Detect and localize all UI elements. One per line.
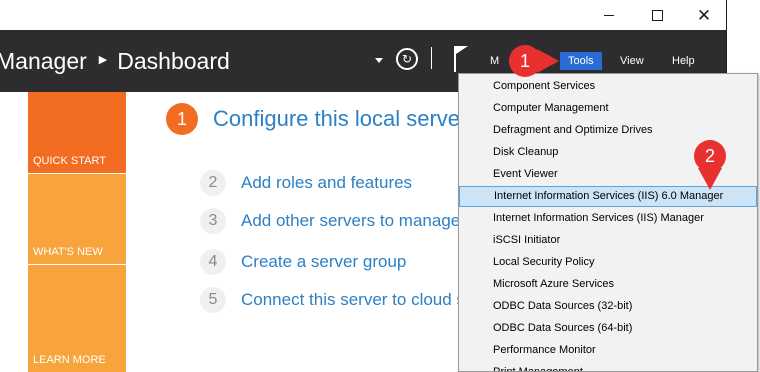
breadcrumb-app: Manager: [0, 47, 87, 74]
maximize-icon: [651, 9, 663, 21]
menu-item-computer-management[interactable]: Computer Management: [459, 98, 757, 119]
welcome-tiles: QUICK START WHAT'S NEW LEARN MORE: [28, 92, 126, 372]
tools-dropdown-menu: Component Services Computer Management D…: [458, 73, 758, 372]
tile-whats-new-label: WHAT'S NEW: [33, 246, 103, 258]
tile-quick-start[interactable]: QUICK START: [28, 92, 126, 173]
menu-item-iis-manager[interactable]: Internet Information Services (IIS) Mana…: [459, 208, 757, 229]
menu-item-performance-monitor[interactable]: Performance Monitor: [459, 340, 757, 361]
close-icon: ✕: [696, 5, 712, 25]
menu-item-odbc-32[interactable]: ODBC Data Sources (32-bit): [459, 296, 757, 317]
step-number-badge: 5: [200, 287, 226, 313]
menu-view[interactable]: View: [612, 52, 652, 70]
step-number-badge: 1: [166, 103, 198, 135]
menu-item-local-security-policy[interactable]: Local Security Policy: [459, 252, 757, 273]
menu-item-component-services[interactable]: Component Services: [459, 76, 757, 97]
breadcrumb-separator-icon: ▶: [98, 53, 108, 66]
refresh-icon[interactable]: ↻: [396, 48, 418, 70]
menu-help[interactable]: Help: [664, 52, 703, 70]
step-create-group[interactable]: 4 Create a server group: [200, 249, 406, 275]
step-add-roles-link[interactable]: Add roles and features: [241, 173, 412, 193]
breadcrumb: Manager ▶ Dashboard: [0, 45, 230, 77]
step-add-servers[interactable]: 3 Add other servers to manage: [200, 208, 460, 234]
maximize-button[interactable]: [634, 0, 680, 30]
menu-item-print-management[interactable]: Print Management: [459, 362, 757, 371]
callout-badge-2: 2: [694, 140, 726, 172]
history-dropdown-icon[interactable]: [375, 58, 383, 63]
header-divider: [431, 47, 432, 69]
menu-manage[interactable]: M: [488, 52, 501, 70]
tile-learn-more[interactable]: LEARN MORE: [28, 265, 126, 372]
breadcrumb-page: Dashboard: [117, 47, 230, 74]
menu-tools[interactable]: Tools: [560, 52, 602, 70]
minimize-button[interactable]: [586, 0, 632, 30]
tile-whats-new[interactable]: WHAT'S NEW: [28, 174, 126, 264]
tile-quick-start-label: QUICK START: [33, 155, 106, 167]
step-add-servers-link[interactable]: Add other servers to manage: [241, 211, 460, 231]
step-configure-link[interactable]: Configure this local server: [213, 106, 467, 132]
step-configure-local-server[interactable]: 1 Configure this local server: [166, 103, 467, 135]
step-add-roles[interactable]: 2 Add roles and features: [200, 170, 412, 196]
step-number-badge: 2: [200, 170, 226, 196]
close-button[interactable]: ✕: [681, 0, 726, 30]
notifications-flag-body[interactable]: [456, 46, 468, 62]
minimize-icon: [604, 14, 614, 16]
tile-learn-more-label: LEARN MORE: [33, 354, 106, 366]
step-create-group-link[interactable]: Create a server group: [241, 252, 406, 272]
callout-badge-1: 1: [509, 45, 541, 77]
step-number-badge: 3: [200, 208, 226, 234]
title-bar: ✕: [0, 0, 726, 30]
menu-item-azure-services[interactable]: Microsoft Azure Services: [459, 274, 757, 295]
menu-item-odbc-64[interactable]: ODBC Data Sources (64-bit): [459, 318, 757, 339]
menu-item-defragment[interactable]: Defragment and Optimize Drives: [459, 120, 757, 141]
step-number-badge: 4: [200, 249, 226, 275]
menu-item-iscsi-initiator[interactable]: iSCSI Initiator: [459, 230, 757, 251]
